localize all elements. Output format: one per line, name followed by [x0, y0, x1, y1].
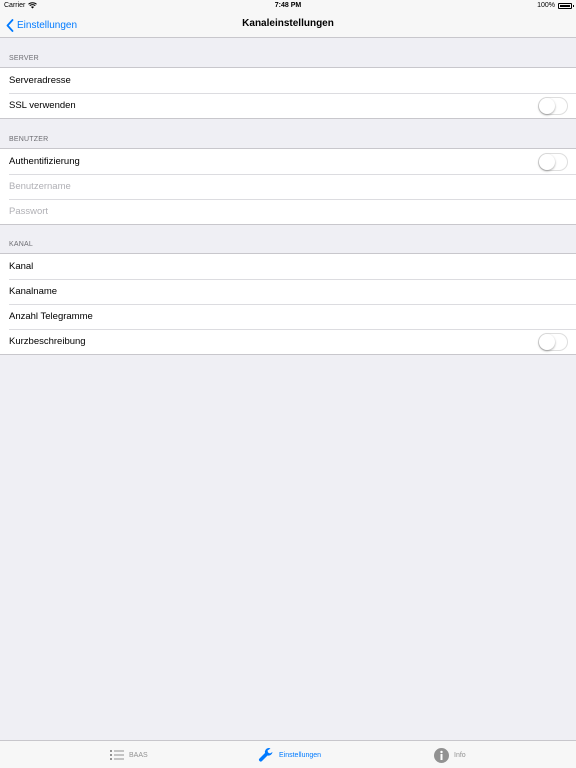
- group-server: Serveradresse SSL verwenden: [0, 67, 576, 119]
- toggle-knob: [539, 98, 555, 114]
- authentication-label: Authentifizierung: [9, 156, 80, 167]
- channel-name-label: Kanalname: [9, 286, 58, 297]
- toggle-knob: [539, 154, 555, 170]
- row-username[interactable]: Benutzername: [0, 174, 576, 199]
- status-bar: Carrier 7:48 PM 100%: [0, 0, 576, 12]
- server-address-label: Serveradresse: [9, 75, 71, 86]
- row-password[interactable]: Passwort: [0, 199, 576, 224]
- row-short-description: Kurzbeschreibung: [0, 329, 576, 354]
- list-icon: [110, 750, 124, 760]
- status-right: 100%: [537, 2, 574, 9]
- info-icon: [434, 747, 449, 763]
- tab-baas-label: BAAS: [129, 751, 148, 759]
- section-header-server: SERVER: [9, 55, 39, 62]
- ssl-toggle[interactable]: [538, 97, 568, 115]
- section-header-user: BENUTZER: [9, 136, 49, 143]
- username-field[interactable]: Benutzername: [9, 181, 71, 192]
- short-description-toggle[interactable]: [538, 333, 568, 351]
- battery-fill: [560, 4, 570, 7]
- tab-bar: BAAS Einstellungen Info: [0, 740, 576, 768]
- tab-settings-label: Einstellungen: [279, 751, 322, 759]
- page-title: Kanaleinstellungen: [242, 18, 334, 29]
- row-channel-name[interactable]: Kanalname: [0, 279, 576, 304]
- authentication-toggle[interactable]: [538, 153, 568, 171]
- telegram-count-label: Anzahl Telegramme: [9, 311, 93, 322]
- group-channel: Kanal Kanalname Anzahl Telegramme Kurzbe…: [0, 253, 576, 355]
- tab-info[interactable]: Info: [434, 741, 466, 768]
- tab-settings[interactable]: Einstellungen: [258, 741, 321, 768]
- row-telegram-count[interactable]: Anzahl Telegramme: [0, 304, 576, 329]
- row-authentication: Authentifizierung: [0, 149, 576, 174]
- battery-percent: 100%: [537, 2, 555, 9]
- section-header-channel: KANAL: [9, 241, 33, 248]
- use-ssl-label: SSL verwenden: [9, 100, 76, 111]
- tab-info-label: Info: [454, 751, 466, 759]
- row-channel[interactable]: Kanal: [0, 254, 576, 279]
- navigation-bar: Einstellungen Kanaleinstellungen: [0, 12, 576, 38]
- wrench-icon: [258, 747, 273, 762]
- group-user: Authentifizierung Benutzername Passwort: [0, 148, 576, 225]
- toggle-knob: [539, 334, 555, 350]
- tab-baas[interactable]: BAAS: [110, 741, 148, 768]
- battery-icon: [558, 2, 574, 9]
- status-time: 7:48 PM: [274, 2, 302, 9]
- short-description-label: Kurzbeschreibung: [9, 336, 86, 347]
- password-field[interactable]: Passwort: [9, 206, 48, 217]
- channel-label: Kanal: [9, 261, 34, 272]
- row-use-ssl: SSL verwenden: [0, 93, 576, 118]
- row-server-address[interactable]: Serveradresse: [0, 68, 576, 93]
